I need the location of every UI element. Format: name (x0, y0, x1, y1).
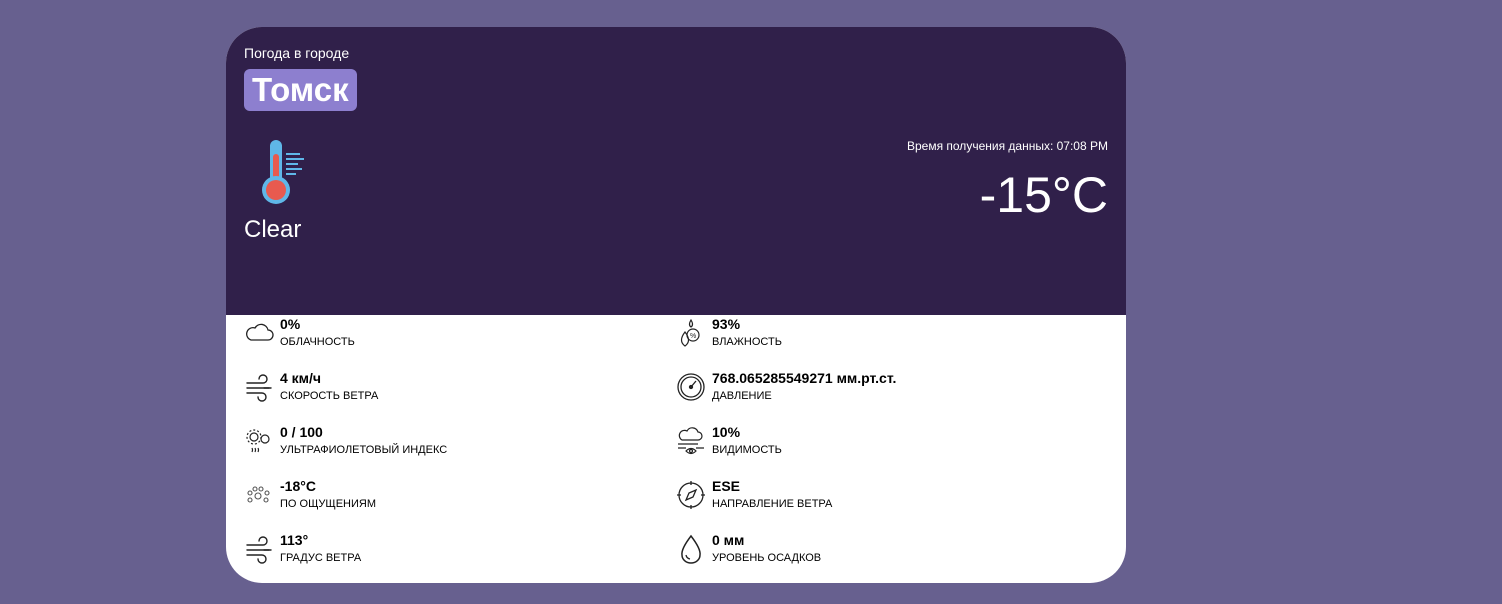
cloud-icon (244, 318, 274, 348)
header-divider (226, 285, 1126, 315)
stat-value: -18°C (280, 478, 316, 494)
visibility-icon (676, 426, 706, 456)
current-temperature: -15°C (979, 167, 1108, 223)
stat-label: СКОРОСТЬ ВЕТРА (280, 390, 379, 402)
weather-header: Погода в городе Томск Clear Время получе… (226, 27, 1126, 315)
stat-value: 0 / 100 (280, 424, 323, 440)
stat-pressure: 768.065285549271 мм.рт.ст. ДАВЛЕНИЕ (676, 370, 1096, 410)
city-name: Томск (244, 69, 357, 111)
stat-visibility: 10% ВИДИМОСТЬ (676, 424, 1096, 464)
stat-precipitation: 0 мм УРОВЕНЬ ОСАДКОВ (676, 532, 1096, 572)
stat-wind-speed: 4 км/ч СКОРОСТЬ ВЕТРА (244, 370, 664, 410)
wind-icon (244, 372, 274, 402)
stat-uv-index: 0 / 100 УЛЬТРАФИОЛЕТОВЫЙ ИНДЕКС (244, 424, 664, 464)
weather-card: Погода в городе Томск Clear Время получе… (226, 27, 1126, 583)
stat-value: ESE (712, 478, 741, 494)
stat-value: 93% (712, 316, 741, 332)
stat-value: 768.065285549271 мм.рт.ст. (712, 370, 897, 386)
stat-label: ВИДИМОСТЬ (712, 444, 782, 456)
thermometer-icon (260, 140, 306, 206)
stat-value: 0% (280, 316, 301, 332)
city-subtitle: Погода в городе (244, 45, 350, 61)
data-time: Время получения данных: 07:08 PM (906, 139, 1108, 153)
pressure-gauge-icon (676, 372, 706, 402)
stat-label: ВЛАЖНОСТЬ (712, 336, 782, 348)
stat-feels-like: -18°C ПО ОЩУЩЕНИЯМ (244, 478, 664, 518)
svg-text:%: % (690, 333, 696, 340)
stat-label: УЛЬТРАФИОЛЕТОВЫЙ ИНДЕКС (280, 444, 448, 456)
stat-label: ОБЛАЧНОСТЬ (280, 336, 355, 348)
uv-icon (244, 426, 274, 456)
stat-value: 113° (280, 532, 309, 548)
feels-like-icon (244, 480, 274, 510)
stat-wind-direction: ESE НАПРАВЛЕНИЕ ВЕТРА (676, 478, 1096, 518)
stat-value: 4 км/ч (280, 370, 322, 386)
stat-cloudiness: 0% ОБЛАЧНОСТЬ (244, 316, 664, 356)
stat-wind-degree: 113° ГРАДУС ВЕТРА (244, 532, 664, 572)
raindrop-icon (676, 534, 706, 564)
stat-label: ПО ОЩУЩЕНИЯМ (280, 498, 376, 510)
stat-label: ДАВЛЕНИЕ (712, 390, 772, 402)
stat-humidity: % 93% ВЛАЖНОСТЬ (676, 316, 1096, 356)
compass-icon (676, 480, 706, 510)
humidity-icon: % (676, 318, 706, 348)
stat-label: УРОВЕНЬ ОСАДКОВ (712, 552, 822, 564)
stat-label: НАПРАВЛЕНИЕ ВЕТРА (712, 498, 833, 510)
stat-label: ГРАДУС ВЕТРА (280, 552, 362, 564)
weather-condition: Clear (244, 216, 302, 243)
wind-degree-icon (244, 534, 274, 564)
stat-value: 10% (712, 424, 741, 440)
stat-value: 0 мм (712, 532, 745, 548)
